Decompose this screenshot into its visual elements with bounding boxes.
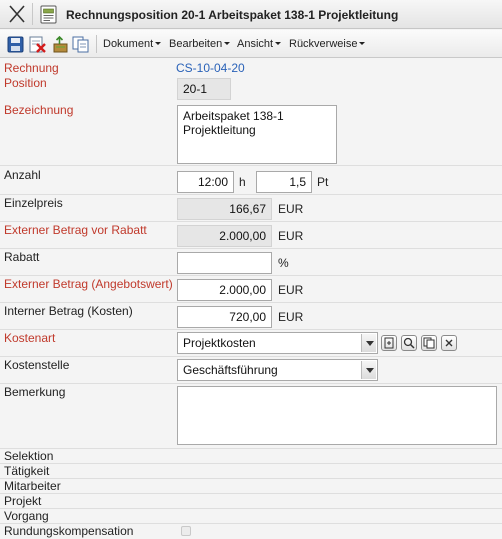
invoice-position-form: Rechnung CS-10-04-20 Position 20-1 Bezei… xyxy=(0,59,502,539)
chevron-down-icon[interactable] xyxy=(361,334,376,352)
row-divider xyxy=(0,463,502,464)
chevron-down-icon[interactable] xyxy=(361,361,376,379)
row-divider xyxy=(0,448,502,449)
rabatt-input[interactable] xyxy=(177,252,272,274)
rechnung-label: Rechnung xyxy=(4,61,59,75)
row-divider xyxy=(0,165,502,166)
ext-vor-rabatt-field: 2.000,00 xyxy=(177,225,272,247)
export-icon[interactable] xyxy=(51,35,68,53)
vorgang-label: Vorgang xyxy=(4,509,49,523)
rechnung-link[interactable]: CS-10-04-20 xyxy=(176,61,245,75)
kostenart-actions xyxy=(381,335,461,351)
int-betrag-unit: EUR xyxy=(278,310,304,324)
row-divider xyxy=(0,221,502,222)
toolbar: Dokument Bearbeiten Ansicht Rückverweise xyxy=(0,30,502,58)
projekt-label: Projekt xyxy=(4,494,42,508)
einzelpreis-unit: EUR xyxy=(278,202,304,216)
row-divider xyxy=(0,508,502,509)
anzahl-pt-input[interactable]: 1,5 xyxy=(256,171,312,193)
document-icon xyxy=(40,5,57,24)
position-field: 20-1 xyxy=(177,78,231,100)
row-divider xyxy=(0,478,502,479)
row-divider xyxy=(0,493,502,494)
kostenart-value: Projektkosten xyxy=(183,336,256,350)
close-icon[interactable] xyxy=(6,4,28,24)
search-icon[interactable] xyxy=(401,335,417,351)
rundung-checkbox[interactable] xyxy=(181,526,191,536)
einzelpreis-field: 166,67 xyxy=(177,198,272,220)
einzelpreis-label: Einzelpreis xyxy=(4,196,63,210)
row-divider xyxy=(0,329,502,330)
delete-icon[interactable] xyxy=(29,36,46,53)
anzahl-hours-input[interactable]: 12:00 xyxy=(177,171,234,193)
title-separator xyxy=(32,3,33,25)
copy-icon[interactable] xyxy=(421,335,437,351)
int-betrag-label: Interner Betrag (Kosten) xyxy=(4,304,133,318)
kostenstelle-select[interactable]: Geschäftsführung xyxy=(177,359,378,381)
ext-betrag-input[interactable]: 2.000,00 xyxy=(177,279,272,301)
selektion-label: Selektion xyxy=(4,449,54,463)
bezeichnung-textarea[interactable]: Arbeitspaket 138-1 Projektleitung xyxy=(177,105,337,164)
row-divider xyxy=(0,194,502,195)
ext-betrag-unit: EUR xyxy=(278,283,304,297)
menu-rueckverweise[interactable]: Rückverweise xyxy=(289,38,366,50)
toolbar-separator xyxy=(96,35,97,53)
kostenart-select[interactable]: Projektkosten xyxy=(177,332,378,354)
taetigkeit-label: Tätigkeit xyxy=(4,464,50,478)
row-divider xyxy=(0,356,502,357)
ext-vor-rabatt-label: Externer Betrag vor Rabatt xyxy=(4,223,147,237)
bemerkung-label: Bemerkung xyxy=(4,385,66,399)
kostenart-label: Kostenart xyxy=(4,331,56,345)
copy-icon[interactable] xyxy=(72,36,89,53)
anzahl-label: Anzahl xyxy=(4,168,41,182)
menu-dokument[interactable]: Dokument xyxy=(103,38,162,50)
kostenstelle-label: Kostenstelle xyxy=(4,358,70,372)
rabatt-label: Rabatt xyxy=(4,250,40,264)
menu-bearbeiten[interactable]: Bearbeiten xyxy=(169,38,231,50)
ext-vor-rabatt-unit: EUR xyxy=(278,229,304,243)
row-divider xyxy=(0,302,502,303)
ext-betrag-label: Externer Betrag (Angebotswert) xyxy=(4,277,173,291)
row-divider xyxy=(0,383,502,384)
kostenstelle-value: Geschäftsführung xyxy=(183,363,278,377)
save-icon[interactable] xyxy=(7,36,24,53)
int-betrag-input[interactable]: 720,00 xyxy=(177,306,272,328)
rabatt-unit: % xyxy=(278,256,289,270)
row-divider xyxy=(0,248,502,249)
bemerkung-textarea[interactable] xyxy=(177,386,497,445)
row-divider xyxy=(0,275,502,276)
mitarbeiter-label: Mitarbeiter xyxy=(4,479,61,493)
rundung-label: Rundungskompensation xyxy=(4,524,134,538)
anzahl-pt-unit: Pt xyxy=(317,175,329,189)
bezeichnung-label: Bezeichnung xyxy=(4,103,74,117)
position-label: Position xyxy=(4,76,47,90)
menu-ansicht[interactable]: Ansicht xyxy=(237,38,282,50)
edit-icon[interactable] xyxy=(381,335,397,351)
anzahl-hours-unit: h xyxy=(239,175,246,189)
clear-icon[interactable] xyxy=(441,335,457,351)
window-title: Rechnungsposition 20-1 Arbeitspaket 138-… xyxy=(66,8,399,22)
title-bar: Rechnungsposition 20-1 Arbeitspaket 138-… xyxy=(0,0,502,29)
